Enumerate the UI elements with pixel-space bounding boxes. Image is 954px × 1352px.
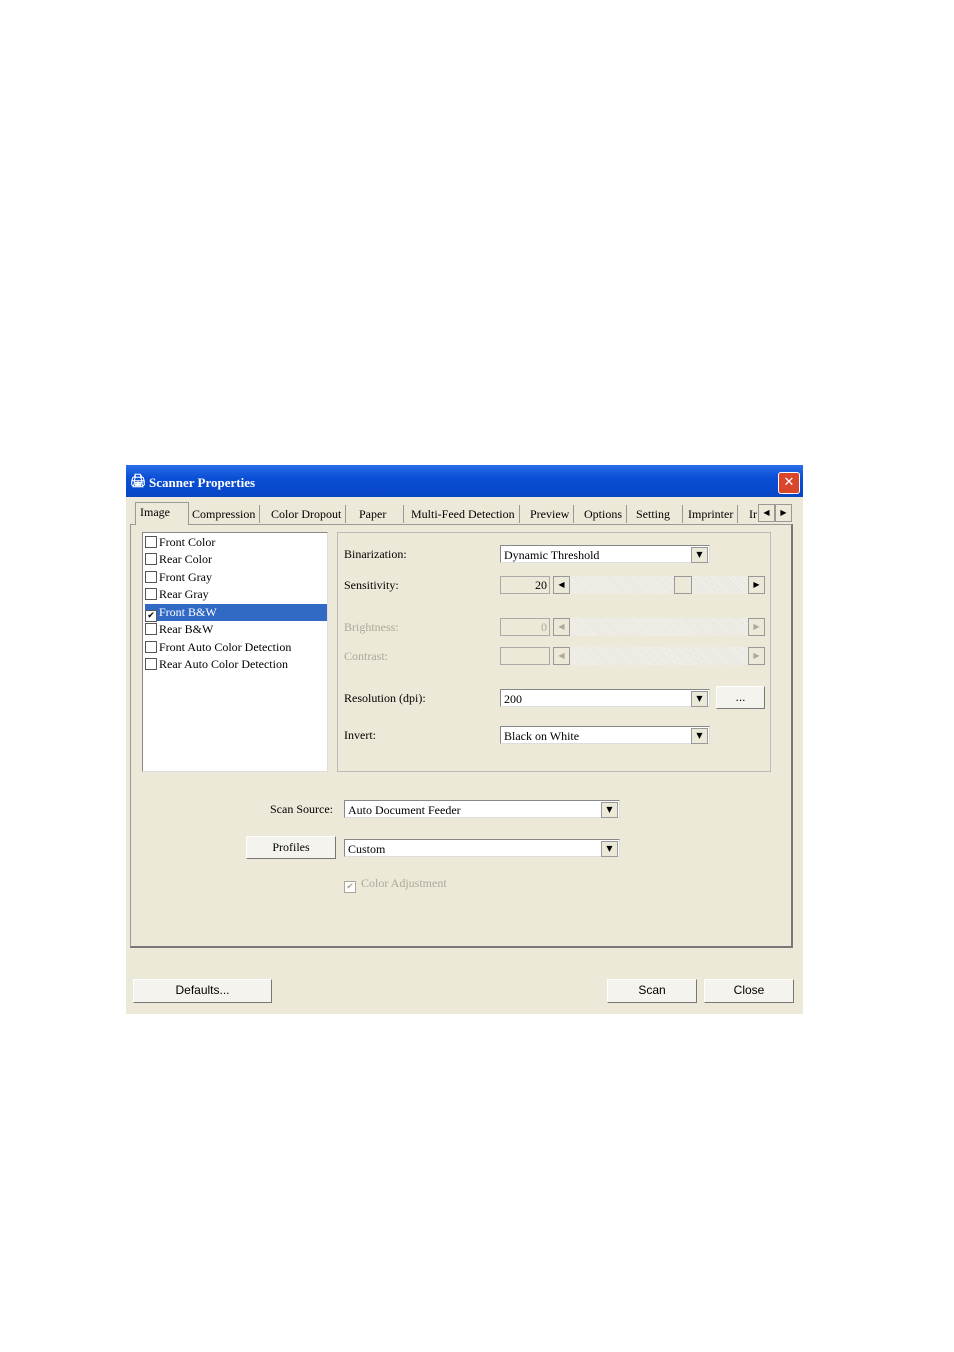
tab-options[interactable]: Options (580, 505, 628, 523)
slider-right-icon: ▶ (748, 647, 765, 665)
resolution-value: 200 (504, 692, 522, 706)
chevron-down-icon[interactable]: ▼ (601, 802, 618, 818)
defaults-button[interactable]: Defaults... (133, 979, 272, 1003)
invert-label: Invert: (344, 728, 376, 742)
resolution-more-button[interactable]: ... (716, 686, 765, 709)
list-item[interactable]: Front Color (145, 534, 327, 551)
chevron-down-icon[interactable]: ▼ (691, 547, 708, 563)
list-item-label: Rear Color (159, 552, 212, 566)
list-item[interactable]: Rear B&W (145, 621, 327, 638)
tab-image[interactable]: Image (135, 502, 189, 525)
brightness-slider: ◀ ▶ (553, 618, 765, 636)
contrast-value (500, 647, 550, 665)
contrast-label: Contrast: (344, 649, 388, 663)
checkbox[interactable] (145, 588, 157, 600)
scan-source-label: Scan Source: (270, 802, 333, 816)
scan-source-value: Auto Document Feeder (348, 803, 461, 817)
brightness-label: Brightness: (344, 620, 399, 634)
tab-preview[interactable]: Preview (526, 505, 575, 523)
checkbox-checked: ✔ (344, 881, 356, 893)
close-button[interactable]: Close (704, 979, 794, 1003)
tab-imprinter[interactable]: Imprinter (684, 505, 739, 523)
list-item-label: Front Auto Color Detection (159, 640, 292, 654)
list-item[interactable]: Front Auto Color Detection (145, 639, 327, 656)
scanner-icon: 🖨 (130, 473, 147, 488)
contrast-slider: ◀ ▶ (553, 647, 765, 665)
scan-source-select[interactable]: Auto Document Feeder ▼ (344, 800, 620, 818)
resolution-label: Resolution (dpi): (344, 691, 426, 705)
tab-scroll-right-icon[interactable]: ▶ (775, 504, 792, 522)
invert-value: Black on White (504, 729, 580, 743)
tab-setting[interactable]: Setting (632, 505, 683, 523)
chevron-down-icon[interactable]: ▼ (691, 728, 708, 744)
chevron-down-icon[interactable]: ▼ (691, 691, 708, 707)
list-item-label: Front Gray (159, 570, 212, 584)
color-adjustment-checkbox: ✔ Color Adjustment (344, 876, 447, 893)
binarization-select[interactable]: Dynamic Threshold ▼ (500, 545, 710, 563)
slider-left-icon: ◀ (553, 618, 570, 636)
slider-left-icon[interactable]: ◀ (553, 576, 570, 594)
list-item-label: Rear Auto Color Detection (159, 657, 288, 671)
list-item[interactable]: Rear Gray (145, 586, 327, 603)
checkbox[interactable] (145, 536, 157, 548)
close-icon[interactable]: ✕ (778, 472, 800, 494)
tab-scroll-left-icon[interactable]: ◀ (758, 504, 775, 522)
checkbox[interactable] (145, 658, 157, 670)
window-title: Scanner Properties (149, 475, 256, 490)
tab-compression[interactable]: Compression (188, 505, 261, 523)
binarization-value: Dynamic Threshold (504, 548, 600, 562)
profiles-button[interactable]: Profiles (246, 836, 336, 859)
checkbox[interactable] (145, 641, 157, 653)
list-item-label: Rear Gray (159, 587, 209, 601)
tab-multi-feed-detection[interactable]: Multi-Feed Detection (407, 505, 520, 523)
binarization-label: Binarization: (344, 547, 407, 561)
list-item-selected[interactable]: ✔ Front B&W (145, 604, 327, 622)
checkbox[interactable] (145, 623, 157, 635)
slider-right-icon[interactable]: ▶ (748, 576, 765, 594)
sensitivity-label: Sensitivity: (344, 578, 399, 592)
image-type-list[interactable]: Front Color Rear Color Front Gray Rear G… (142, 532, 328, 772)
checkbox[interactable] (145, 553, 157, 565)
title-bar: 🖨 Scanner Properties ✕ (126, 465, 803, 497)
sensitivity-value[interactable]: 20 (500, 576, 550, 594)
brightness-value: 0 (500, 618, 550, 636)
list-item-label: Front Color (159, 535, 216, 549)
color-adjustment-label: Color Adjustment (361, 876, 447, 890)
tab-paper[interactable]: Paper (355, 505, 404, 523)
slider-right-icon: ▶ (748, 618, 765, 636)
invert-select[interactable]: Black on White ▼ (500, 726, 710, 744)
slider-left-icon: ◀ (553, 647, 570, 665)
list-item[interactable]: Rear Color (145, 551, 327, 568)
list-item[interactable]: Front Gray (145, 569, 327, 586)
scan-button[interactable]: Scan (607, 979, 697, 1003)
chevron-down-icon[interactable]: ▼ (601, 841, 618, 857)
slider-thumb[interactable] (674, 576, 692, 594)
list-item[interactable]: Rear Auto Color Detection (145, 656, 327, 673)
checkbox[interactable] (145, 571, 157, 583)
profiles-value: Custom (348, 842, 386, 856)
profiles-select[interactable]: Custom ▼ (344, 839, 620, 857)
resolution-select[interactable]: 200 ▼ (500, 689, 710, 707)
list-item-label: Front B&W (159, 605, 217, 619)
sensitivity-slider[interactable]: ◀ ▶ (553, 576, 765, 594)
list-item-label: Rear B&W (159, 622, 214, 636)
scanner-properties-dialog: 🖨 Scanner Properties ✕ Image Compression… (126, 465, 803, 1014)
tab-color-dropout[interactable]: Color Dropout (267, 505, 347, 523)
